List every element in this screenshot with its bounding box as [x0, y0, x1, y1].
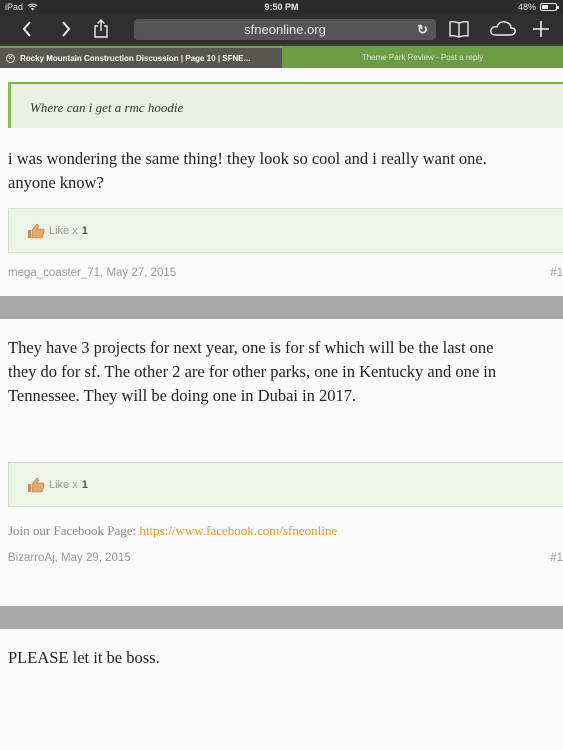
message-line: anyone know?	[8, 173, 104, 192]
signature-link[interactable]: https://www.facebook.com/sfneonline	[139, 523, 337, 538]
thumbs-up-icon	[28, 223, 45, 239]
author-date[interactable]: mega_coaster_71, May 27, 2015	[8, 267, 176, 279]
address-bar[interactable]: sfneonline.org ↻	[134, 19, 436, 40]
message-line: PLEASE let it be boss.	[8, 648, 160, 667]
message-line: Tennessee. They will be doing one in Dub…	[8, 386, 357, 405]
tab-label: Rocky Mountain Construction Discussion |…	[20, 53, 251, 63]
status-time: 9:50 PM	[264, 2, 299, 12]
tab-active[interactable]: × Rocky Mountain Construction Discussion…	[0, 46, 282, 68]
message-line: they do for sf. The other 2 are for othe…	[8, 362, 497, 381]
post-message: PLEASE let it be boss.	[8, 646, 563, 670]
like-label: Like x	[49, 479, 78, 491]
tab-bar: × Rocky Mountain Construction Discussion…	[0, 44, 563, 68]
quote-text: Where can i get a rmc hoodie	[30, 100, 184, 115]
new-tab-icon[interactable]	[528, 17, 554, 41]
post-separator	[0, 606, 563, 629]
browser-toolbar: sfneonline.org ↻	[0, 14, 563, 44]
battery-percent: 48%	[517, 2, 536, 12]
tab-inactive[interactable]: Theme Park Review - Post a reply	[282, 46, 563, 68]
like-label: Like x	[49, 225, 78, 237]
address-text: sfneonline.org	[244, 22, 326, 37]
author-date[interactable]: BizarroAj, May 29, 2015	[8, 552, 131, 564]
back-icon[interactable]	[14, 17, 40, 41]
share-icon[interactable]	[88, 17, 114, 41]
forward-icon[interactable]	[53, 17, 79, 41]
like-button[interactable]: Like x 1	[27, 477, 88, 493]
post-message: i was wondering the same thing! they loo…	[8, 147, 563, 195]
post-meta: BizarroAj, May 29, 2015 #1	[8, 552, 563, 564]
like-count: 1	[81, 479, 88, 491]
post-number[interactable]: #1	[550, 552, 563, 564]
thumbs-up-icon	[28, 477, 45, 493]
signature: Join our Facebook Page: https://www.face…	[8, 523, 337, 539]
signature-text: Join our Facebook Page:	[8, 523, 137, 538]
like-count: 1	[81, 225, 88, 237]
quote-block: Where can i get a rmc hoodie	[8, 82, 563, 128]
post-separator	[0, 296, 563, 319]
reload-icon[interactable]: ↻	[417, 22, 428, 38]
post-meta: mega_coaster_71, May 27, 2015 #1	[8, 267, 563, 279]
tab-label: Theme Park Review - Post a reply	[361, 52, 484, 62]
status-bar: iPad 9:50 PM 48%	[0, 0, 563, 14]
post-message: They have 3 projects for next year, one …	[8, 336, 563, 408]
message-line: i was wondering the same thing! they loo…	[8, 149, 487, 168]
close-tab-icon[interactable]: ×	[6, 53, 15, 63]
like-bar: Like x 1	[8, 462, 563, 507]
icloud-tabs-icon[interactable]	[486, 17, 520, 41]
like-button[interactable]: Like x 1	[27, 223, 88, 239]
bookmarks-icon[interactable]	[446, 17, 472, 41]
battery-icon	[540, 3, 559, 11]
page-content: Where can i get a rmc hoodie i was wonde…	[0, 68, 563, 750]
like-bar: Like x 1	[8, 208, 563, 253]
message-line: They have 3 projects for next year, one …	[8, 338, 494, 357]
post-number[interactable]: #1	[550, 267, 563, 279]
